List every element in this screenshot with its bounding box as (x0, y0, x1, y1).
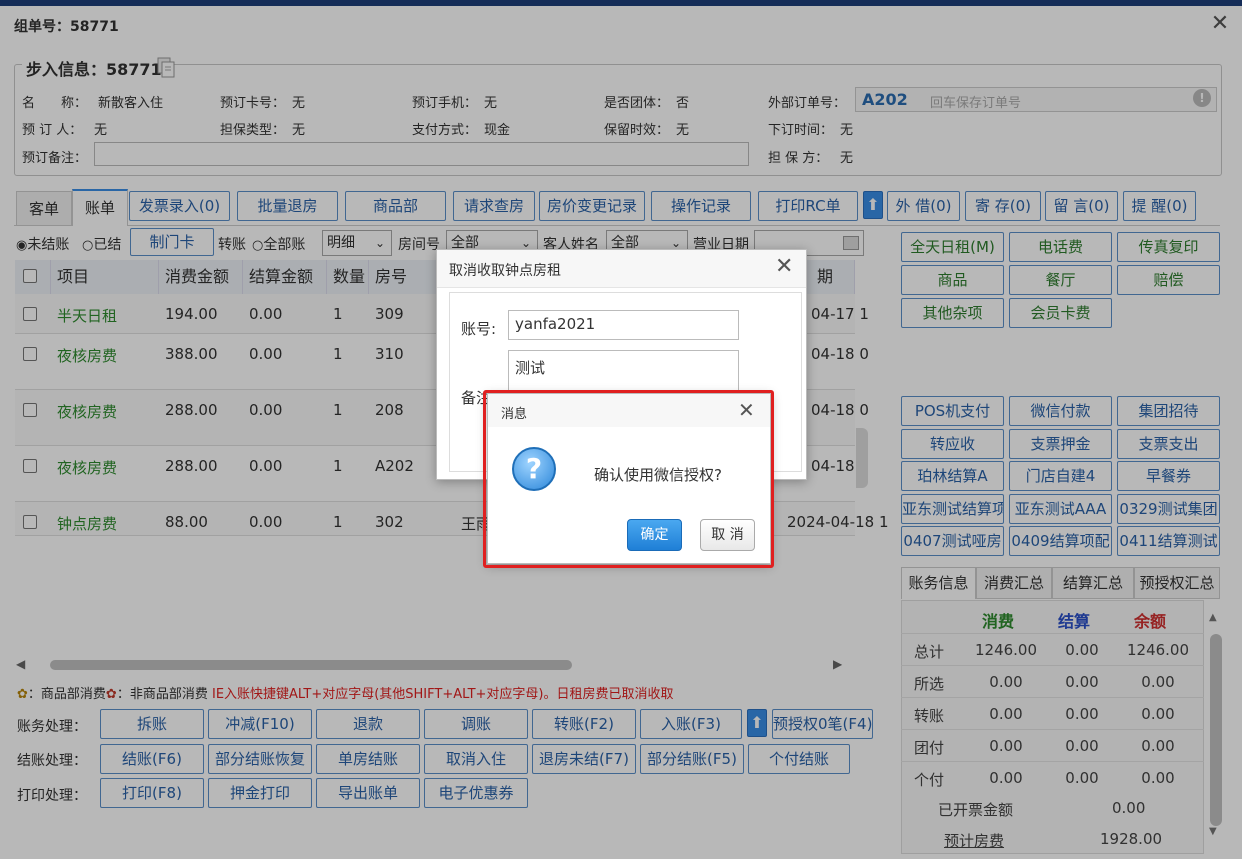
dialog1-account-input[interactable]: yanfa2021 (508, 310, 739, 340)
dialog1-account-label: 账号: (461, 320, 497, 338)
dialog1-close-icon[interactable]: ✕ (775, 254, 793, 279)
highlight-frame (483, 390, 774, 568)
dialog1-title: 取消收取钟点房租 (449, 263, 561, 279)
